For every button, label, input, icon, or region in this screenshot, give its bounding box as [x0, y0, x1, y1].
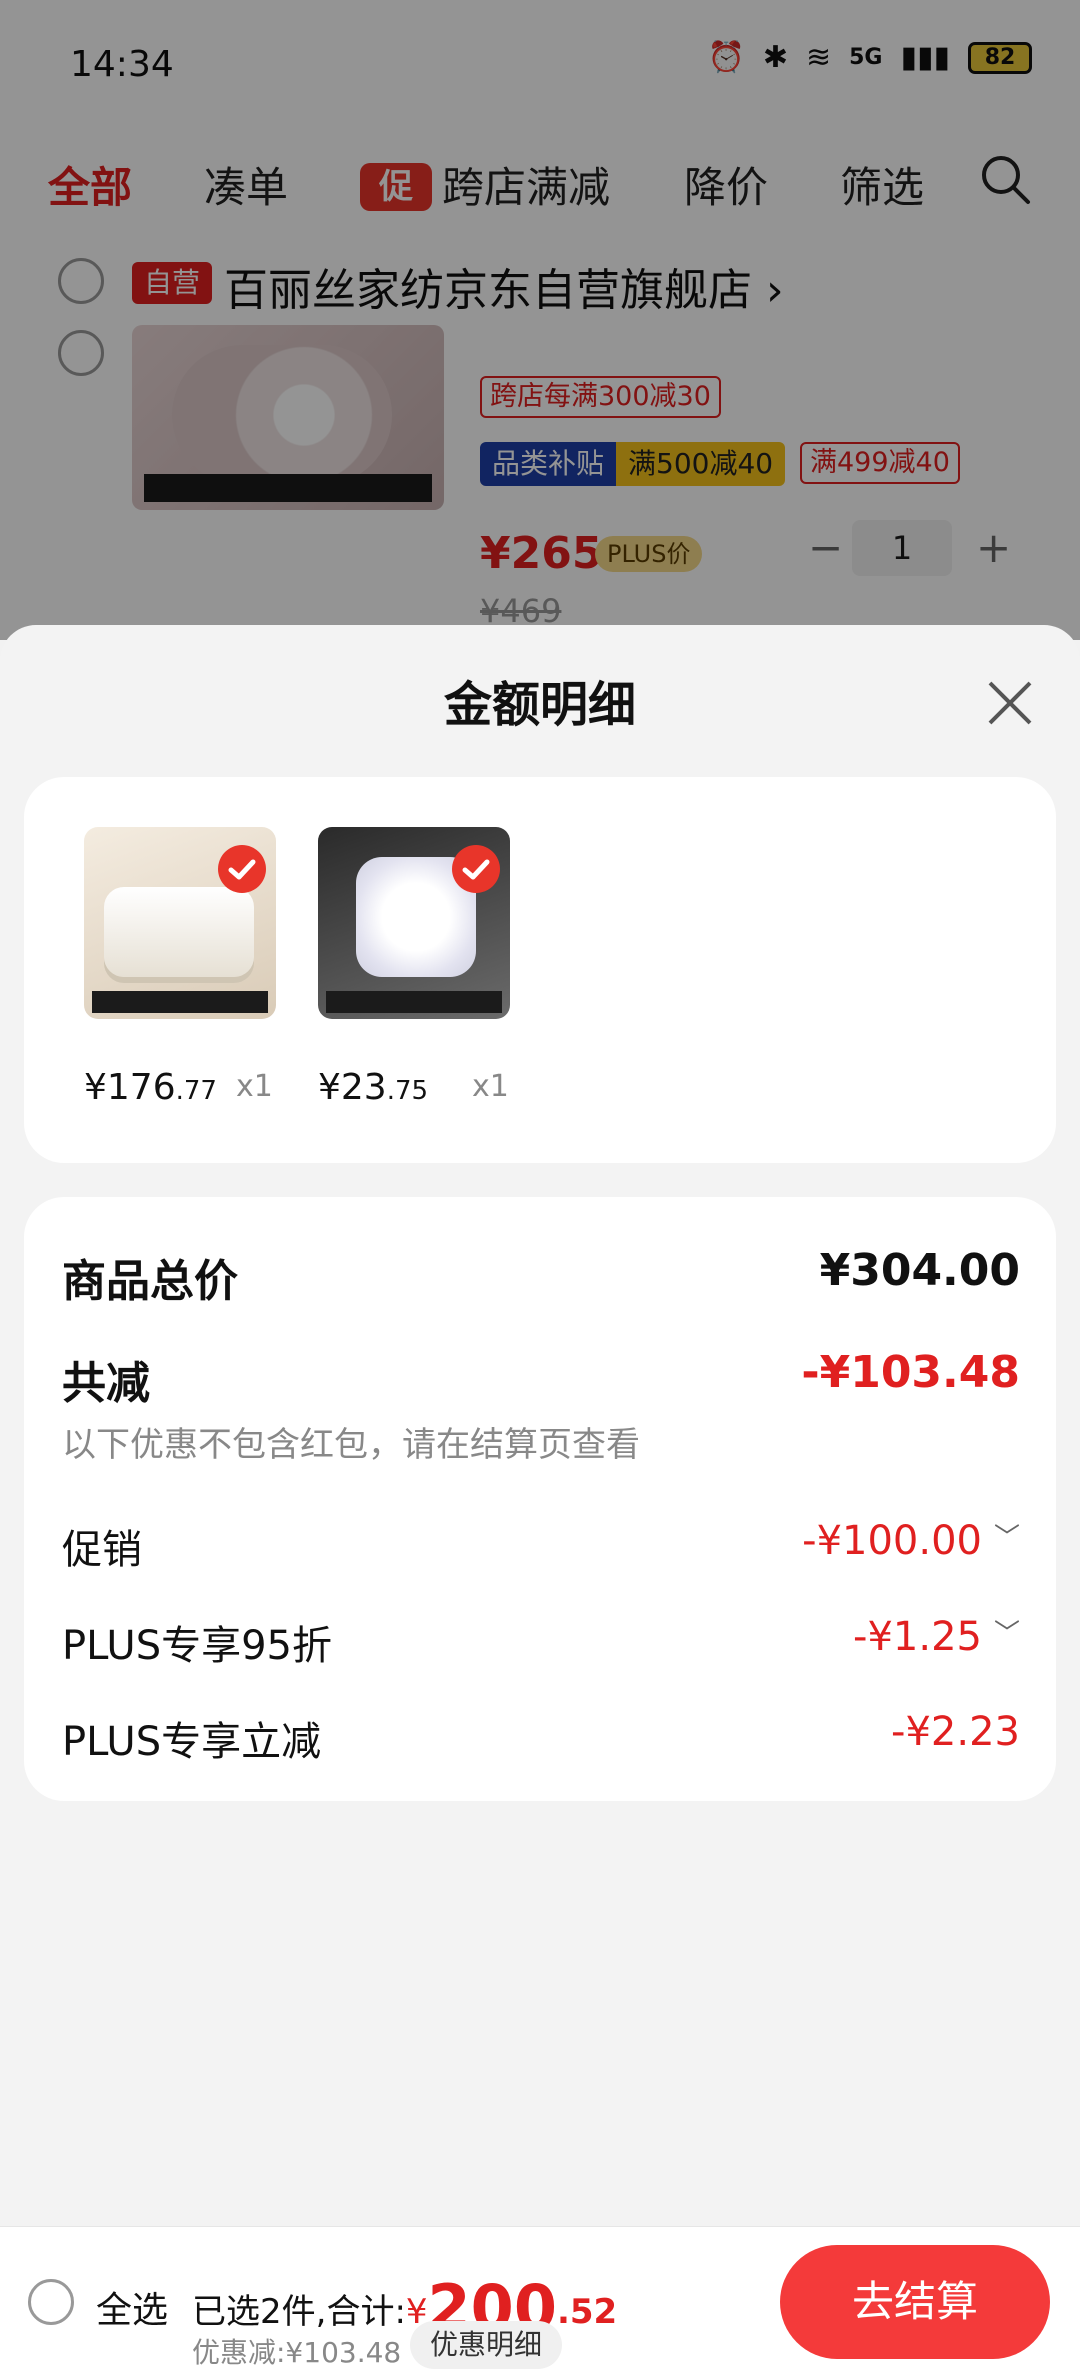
item-quantity: x1 — [472, 1069, 509, 1104]
total-label: 商品总价 — [62, 1256, 238, 1307]
item-price: ¥23.75 — [318, 1067, 429, 1108]
checkmark-icon — [218, 845, 266, 893]
discount-detail-button[interactable]: 优惠明细 — [410, 2321, 563, 2369]
checkout-bar: 全选 已选2件,合计:¥200.52 优惠减:¥103.48 优惠明细 去结算 — [0, 2226, 1080, 2376]
item-thumbnail-quilt[interactable] — [84, 827, 276, 1019]
select-all-radio[interactable] — [28, 2279, 74, 2325]
chevron-down-icon: ﹀ — [993, 1619, 1020, 1649]
price-summary-card: 商品总价 ¥304.00 共减 -¥103.48 以下优惠不包含红包，请在结算页… — [24, 1197, 1056, 1801]
plus-discount-row[interactable]: -¥1.25 ﹀ — [853, 1613, 1020, 1660]
select-all-label[interactable]: 全选 — [96, 2281, 168, 2333]
reduce-label: 共减 — [62, 1358, 150, 1409]
item-thumbnail-pillow[interactable] — [318, 827, 510, 1019]
reduce-value: -¥103.48 — [801, 1347, 1020, 1398]
plus-reduce-label: PLUS专享立减 — [62, 1719, 322, 1765]
plus-discount-label: PLUS专享95折 — [62, 1623, 332, 1669]
amount-detail-sheet: 金额明细 ¥176.77 x1 ¥23.75 x1 商品总价 ¥304.00 共… — [0, 625, 1080, 2226]
checkout-button[interactable]: 去结算 — [780, 2245, 1050, 2359]
close-icon[interactable] — [980, 673, 1040, 733]
dim-overlay[interactable] — [0, 0, 1080, 640]
saved-amount: 优惠减:¥103.48 — [192, 2336, 402, 2369]
total-value: ¥304.00 — [819, 1245, 1020, 1296]
item-price: ¥176.77 — [84, 1067, 217, 1108]
plus-reduce-value: -¥2.23 — [891, 1709, 1020, 1755]
discount-note: 以下优惠不包含红包，请在结算页查看 — [62, 1425, 640, 1465]
chevron-down-icon: ﹀ — [993, 1523, 1020, 1553]
sheet-title: 金额明细 — [443, 677, 636, 733]
item-quantity: x1 — [236, 1069, 273, 1104]
promotion-row[interactable]: -¥100.00 ﹀ — [802, 1517, 1020, 1564]
selected-items-card: ¥176.77 x1 ¥23.75 x1 — [24, 777, 1056, 1163]
checkmark-icon — [452, 845, 500, 893]
promotion-label: 促销 — [62, 1527, 142, 1573]
